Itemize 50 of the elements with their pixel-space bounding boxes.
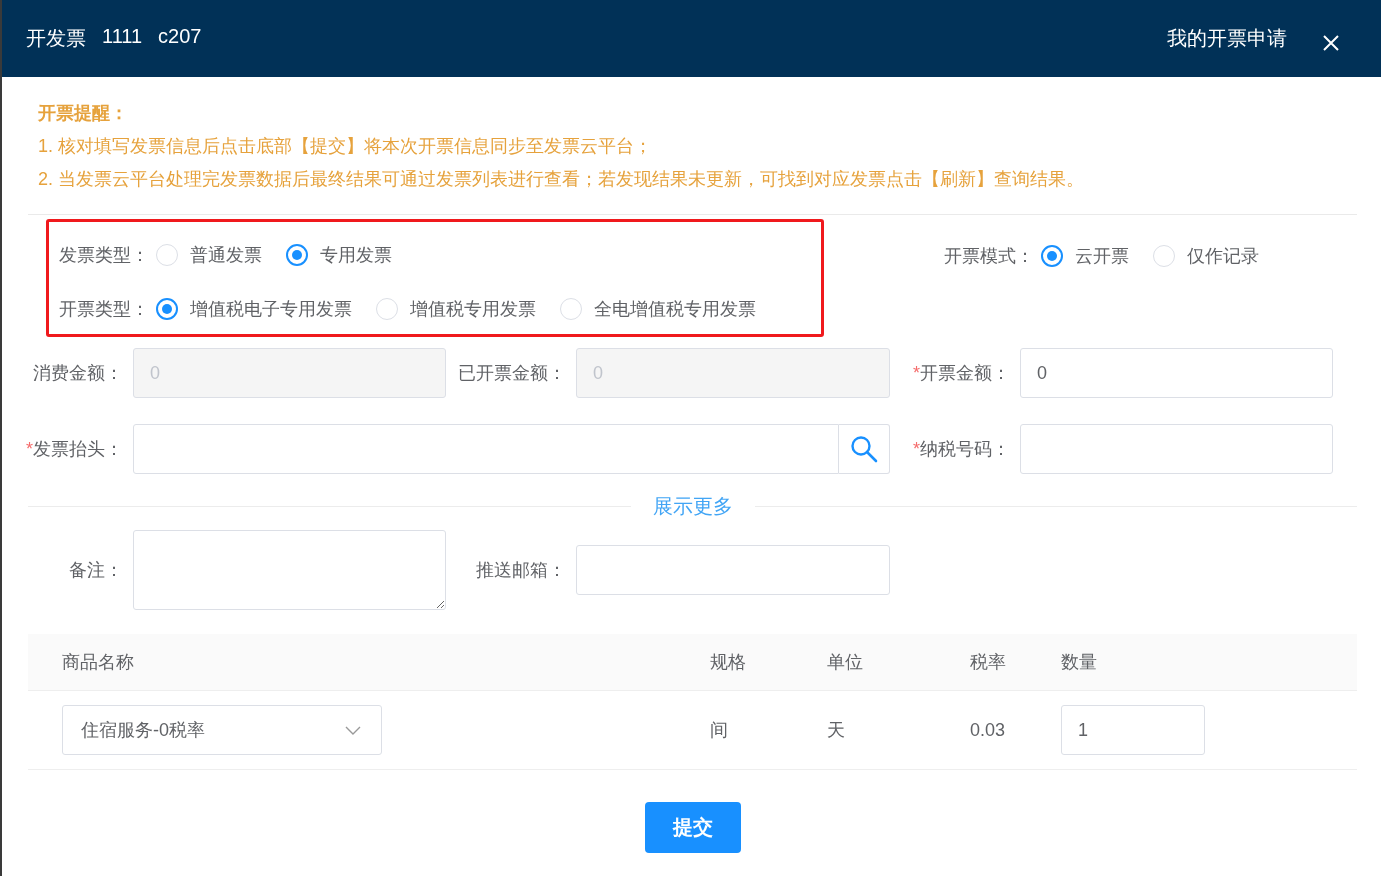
search-icon [850,435,878,463]
notice-text: 1. 核对填写发票信息后点击底部【提交】将本次开票信息同步至发票云平台； [38,135,653,158]
my-applications-link[interactable]: 我的开票申请 [1167,25,1287,52]
radio-label[interactable]: 仅作记录 [1187,244,1259,268]
radio-button[interactable] [156,298,178,320]
radio-label[interactable]: 全电增值税专用发票 [594,297,756,321]
close-icon[interactable] [1323,34,1339,51]
tax-number-field[interactable] [1020,424,1333,474]
table-cell: 天 [827,720,845,740]
field-label: 开票类型： [59,298,150,321]
field-label: 备注： [69,560,123,580]
field-label: 发票抬头： [33,439,123,459]
radio-label[interactable]: 普通发票 [190,243,262,267]
dialog-title: 1111 [102,25,143,49]
search-button[interactable] [839,424,890,474]
radio-button[interactable] [286,244,308,266]
radio-button[interactable] [1041,245,1063,267]
invoice-title-field[interactable] [133,424,839,474]
radio-label[interactable]: 云开票 [1075,244,1129,268]
field-label: 发票类型： [59,244,150,267]
table-cell: 0.03 [970,719,1006,740]
quantity-field[interactable]: 1 [1061,705,1205,755]
radio-label[interactable]: 增值税电子专用发票 [190,297,352,321]
submit-button[interactable]: 提交 [644,802,741,853]
chevron-down-icon [345,725,361,735]
column-header: 单位 [827,651,864,674]
field-label: 开票模式： [944,245,1035,268]
required-mark: * [913,363,920,383]
field-label: 已开票金额： [458,363,566,383]
amount-field[interactable]: 0 [1020,348,1333,398]
field-label: 纳税号码： [920,439,1010,459]
dialog-title: c207 [158,25,202,49]
radio-label[interactable]: 专用发票 [320,243,392,267]
notice-title: 开票提醒： [38,102,129,125]
radio-label[interactable]: 增值税专用发票 [410,297,536,321]
required-mark: * [913,439,920,459]
table-cell: 间 [710,720,728,740]
field-label: 消费金额： [33,363,123,383]
field-label: 推送邮箱： [476,560,566,580]
column-header: 商品名称 [62,651,135,674]
column-header: 税率 [970,651,1007,674]
column-header: 规格 [710,651,747,674]
email-field[interactable] [576,545,890,595]
column-header: 数量 [1061,651,1098,674]
remark-field[interactable] [133,530,446,610]
dialog-title: 开发票 [26,26,86,51]
product-select[interactable]: 住宿服务-0税率 [62,705,382,755]
notice-text: 2. 当发票云平台处理完发票数据后最终结果可通过发票列表进行查看；若发现结果未更新，可找到对应发票点击【刷新】查询结果。 [38,168,1085,191]
required-mark: * [26,439,33,459]
field-label: 开票金额： [920,363,1010,383]
